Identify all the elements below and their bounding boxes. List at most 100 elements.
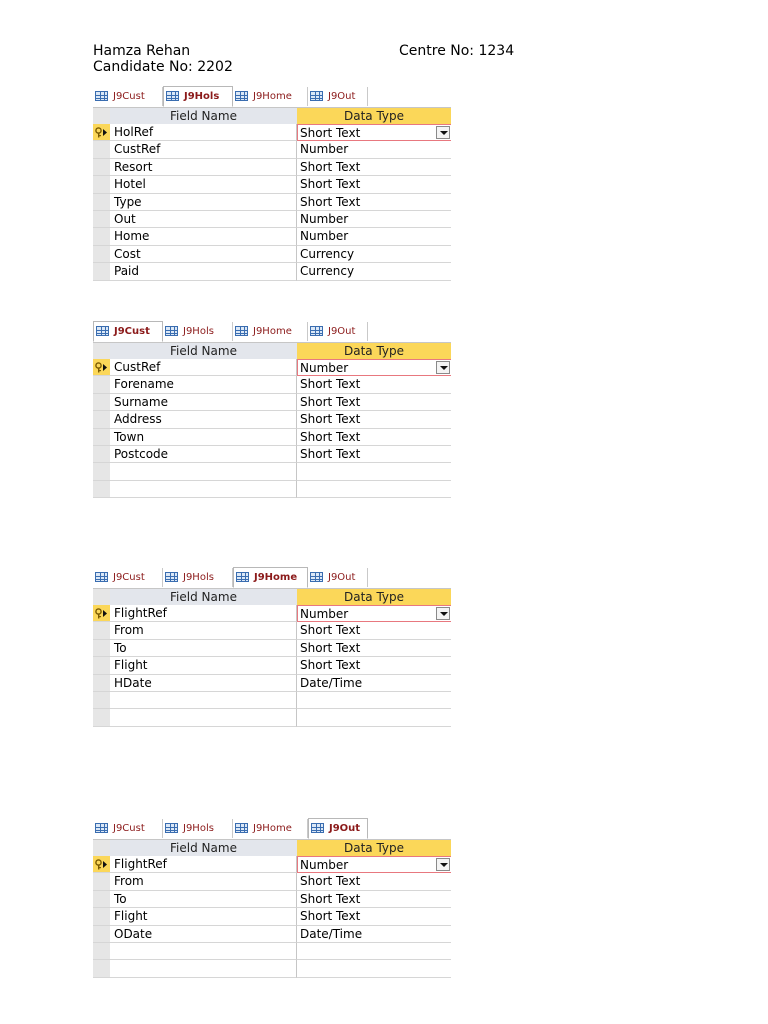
field-row[interactable]: CustRef Number xyxy=(93,359,451,377)
field-row[interactable]: Cost Currency xyxy=(93,245,451,264)
row-selector[interactable] xyxy=(93,873,110,891)
row-selector[interactable] xyxy=(93,393,110,412)
data-type-cell[interactable]: Short Text xyxy=(297,657,451,675)
field-row[interactable] xyxy=(93,691,451,710)
tab-j9out[interactable]: J9Out xyxy=(308,818,368,839)
field-name-cell[interactable]: Forename xyxy=(110,376,297,394)
field-row[interactable]: HDate Date/Time xyxy=(93,674,451,692)
row-selector[interactable] xyxy=(93,428,110,446)
tab-j9cust[interactable]: J9Cust xyxy=(93,568,163,587)
data-type-cell[interactable]: Short Text xyxy=(297,908,451,926)
data-type-cell[interactable]: Short Text xyxy=(297,446,451,464)
dropdown-arrow-icon[interactable] xyxy=(436,607,450,620)
field-name-cell[interactable] xyxy=(110,942,297,961)
row-selector[interactable] xyxy=(93,890,110,909)
row-selector[interactable] xyxy=(93,856,110,874)
tab-j9hols[interactable]: J9Hols xyxy=(163,568,233,587)
field-name-cell[interactable]: Resort xyxy=(110,158,297,177)
data-type-cell[interactable]: Short Text xyxy=(297,411,451,429)
data-type-cell[interactable]: Number xyxy=(297,359,451,377)
field-row[interactable]: Out Number xyxy=(93,210,451,229)
row-selector[interactable] xyxy=(93,605,110,623)
field-row[interactable]: FlightRef Number xyxy=(93,856,451,874)
field-name-cell[interactable]: To xyxy=(110,890,297,909)
field-row[interactable]: Hotel Short Text xyxy=(93,176,451,194)
select-all-corner[interactable] xyxy=(93,108,110,124)
data-type-cell[interactable] xyxy=(297,692,451,710)
row-selector[interactable] xyxy=(93,228,110,246)
field-name-cell[interactable]: Flight xyxy=(110,657,297,675)
data-type-cell[interactable]: Short Text xyxy=(297,429,451,446)
dropdown-arrow-icon[interactable] xyxy=(436,361,450,374)
data-type-cell[interactable] xyxy=(297,943,451,961)
data-type-cell[interactable]: Short Text xyxy=(297,376,451,394)
row-selector[interactable] xyxy=(93,639,110,658)
row-selector[interactable] xyxy=(93,942,110,961)
row-selector[interactable] xyxy=(93,925,110,943)
field-name-cell[interactable]: Surname xyxy=(110,393,297,412)
field-name-cell[interactable] xyxy=(110,691,297,710)
data-type-cell[interactable]: Short Text xyxy=(297,622,451,640)
data-type-cell[interactable] xyxy=(297,960,451,978)
field-name-cell[interactable] xyxy=(110,463,297,481)
data-type-cell[interactable]: Number xyxy=(297,856,451,874)
data-type-cell[interactable]: Short Text xyxy=(297,194,451,211)
field-row[interactable]: Resort Short Text xyxy=(93,158,451,177)
field-name-cell[interactable]: CustRef xyxy=(110,141,297,159)
field-row[interactable] xyxy=(93,942,451,961)
field-row[interactable]: CustRef Number xyxy=(93,141,451,159)
data-type-cell[interactable]: Date/Time xyxy=(297,926,451,943)
select-all-corner[interactable] xyxy=(93,589,110,605)
tab-j9home[interactable]: J9Home xyxy=(233,87,308,106)
row-selector[interactable] xyxy=(93,158,110,177)
field-name-cell[interactable]: FlightRef xyxy=(110,856,297,874)
dropdown-arrow-icon[interactable] xyxy=(436,126,450,139)
row-selector[interactable] xyxy=(93,411,110,429)
field-name-cell[interactable] xyxy=(110,709,297,727)
data-type-cell[interactable]: Number xyxy=(297,605,451,623)
field-row[interactable] xyxy=(93,480,451,499)
tab-j9cust[interactable]: J9Cust xyxy=(93,321,163,342)
row-selector[interactable] xyxy=(93,691,110,710)
data-type-cell[interactable] xyxy=(297,463,451,481)
tab-j9home[interactable]: J9Home xyxy=(233,322,308,341)
row-selector[interactable] xyxy=(93,263,110,281)
field-name-cell[interactable]: Postcode xyxy=(110,445,297,464)
field-row[interactable]: To Short Text xyxy=(93,890,451,909)
row-selector[interactable] xyxy=(93,709,110,727)
field-row[interactable]: FlightRef Number xyxy=(93,605,451,623)
field-row[interactable] xyxy=(93,709,451,727)
row-selector[interactable] xyxy=(93,657,110,675)
row-selector[interactable] xyxy=(93,376,110,394)
field-row[interactable]: ODate Date/Time xyxy=(93,925,451,943)
field-row[interactable]: Paid Currency xyxy=(93,263,451,281)
field-row[interactable]: From Short Text xyxy=(93,622,451,640)
field-row[interactable]: Town Short Text xyxy=(93,428,451,446)
row-selector[interactable] xyxy=(93,908,110,926)
field-row[interactable]: Postcode Short Text xyxy=(93,445,451,464)
field-name-cell[interactable]: Home xyxy=(110,228,297,246)
field-name-cell[interactable]: Flight xyxy=(110,908,297,926)
row-selector[interactable] xyxy=(93,176,110,194)
select-all-corner[interactable] xyxy=(93,840,110,856)
tab-j9out[interactable]: J9Out xyxy=(308,568,368,587)
field-name-cell[interactable]: HolRef xyxy=(110,124,297,142)
field-name-cell[interactable]: From xyxy=(110,622,297,640)
data-type-cell[interactable]: Short Text xyxy=(297,873,451,891)
field-name-cell[interactable]: Town xyxy=(110,428,297,446)
dropdown-arrow-icon[interactable] xyxy=(436,858,450,871)
row-selector[interactable] xyxy=(93,622,110,640)
field-row[interactable]: Flight Short Text xyxy=(93,657,451,675)
data-type-cell[interactable]: Short Text xyxy=(297,891,451,909)
field-name-cell[interactable]: HDate xyxy=(110,674,297,692)
tab-j9hols[interactable]: J9Hols xyxy=(163,819,233,838)
field-name-cell[interactable]: ODate xyxy=(110,925,297,943)
row-selector[interactable] xyxy=(93,960,110,978)
row-selector[interactable] xyxy=(93,463,110,481)
data-type-cell[interactable]: Short Text xyxy=(297,176,451,194)
data-type-cell[interactable]: Number xyxy=(297,211,451,229)
row-selector[interactable] xyxy=(93,141,110,159)
field-name-cell[interactable] xyxy=(110,480,297,499)
data-type-cell[interactable]: Short Text xyxy=(297,159,451,177)
tab-j9cust[interactable]: J9Cust xyxy=(93,87,163,106)
